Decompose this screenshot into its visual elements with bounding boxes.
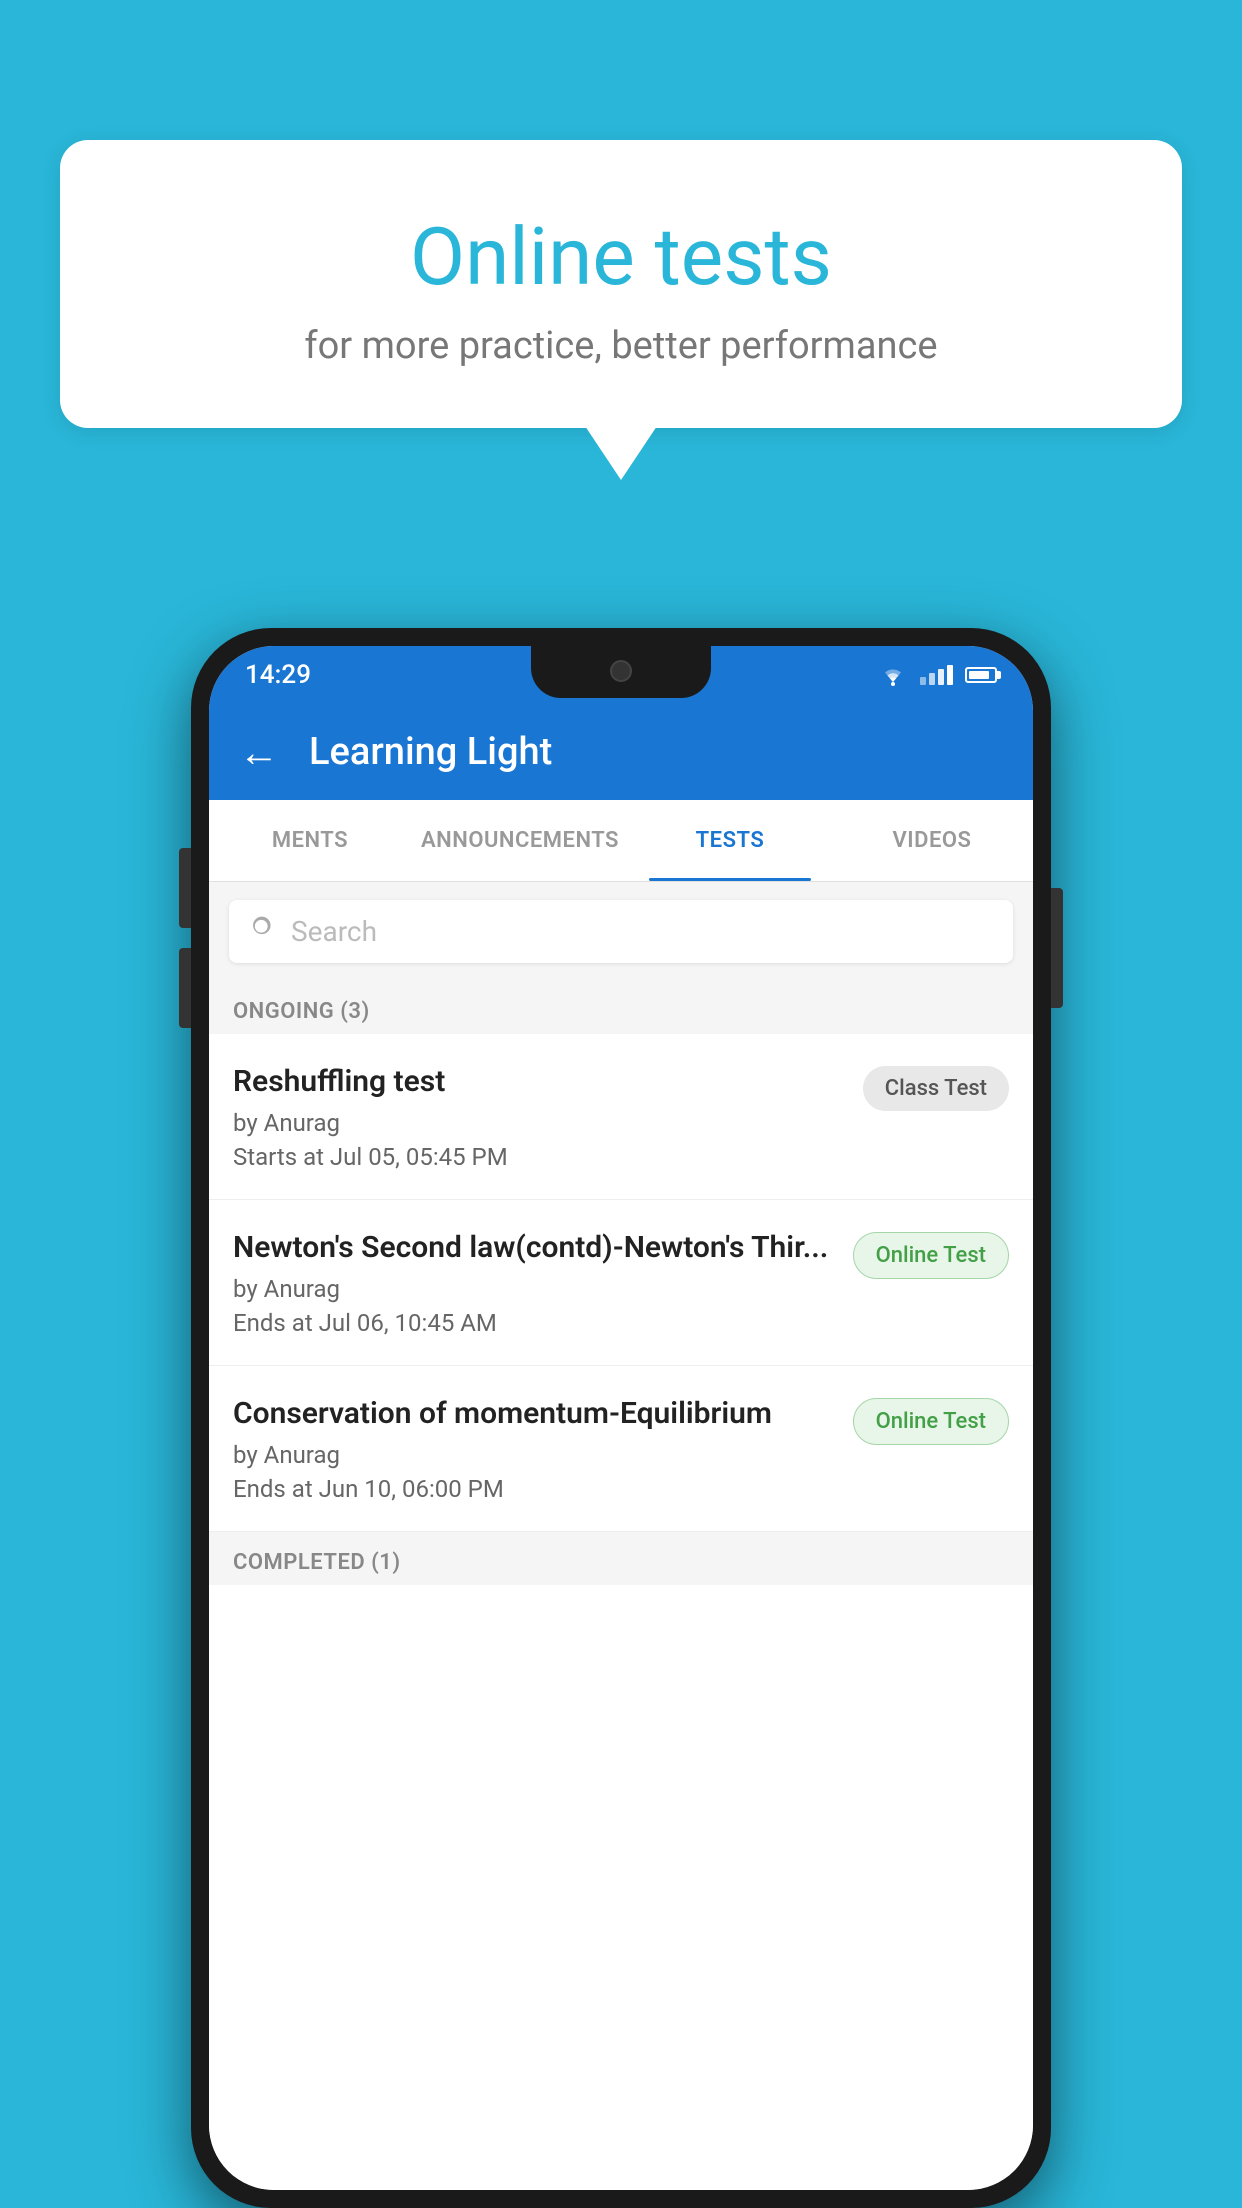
test-item-reshuffling[interactable]: Reshuffling test by Anurag Starts at Jul… — [209, 1034, 1033, 1200]
wifi-icon — [878, 664, 908, 686]
test-author-newtons: by Anurag — [233, 1275, 837, 1303]
test-name-conservation: Conservation of momentum-Equilibrium — [233, 1394, 837, 1433]
power-button[interactable] — [1051, 888, 1063, 1008]
search-icon — [249, 914, 277, 949]
search-container: Search — [209, 882, 1033, 981]
volume-up-button[interactable] — [179, 848, 191, 928]
completed-section-label: COMPLETED (1) — [209, 1532, 1033, 1585]
test-item-newtons[interactable]: Newton's Second law(contd)-Newton's Thir… — [209, 1200, 1033, 1366]
tabs-container: MENTS ANNOUNCEMENTS TESTS VIDEOS — [209, 800, 1033, 882]
tab-announcements[interactable]: ANNOUNCEMENTS — [411, 800, 629, 881]
test-date-conservation: Ends at Jun 10, 06:00 PM — [233, 1475, 837, 1503]
search-placeholder: Search — [291, 915, 377, 948]
test-info-newtons: Newton's Second law(contd)-Newton's Thir… — [233, 1228, 837, 1337]
test-info-reshuffling: Reshuffling test by Anurag Starts at Jul… — [233, 1062, 847, 1171]
test-author-reshuffling: by Anurag — [233, 1109, 847, 1137]
tab-videos[interactable]: VIDEOS — [831, 800, 1033, 881]
phone-screen: 14:29 — [209, 646, 1033, 2190]
test-item-conservation[interactable]: Conservation of momentum-Equilibrium by … — [209, 1366, 1033, 1532]
speech-bubble-container: Online tests for more practice, better p… — [60, 140, 1182, 428]
test-badge-reshuffling: Class Test — [863, 1066, 1009, 1111]
speech-bubble-subtitle: for more practice, better performance — [120, 324, 1122, 368]
tab-tests[interactable]: TESTS — [629, 800, 831, 881]
search-bar[interactable]: Search — [229, 900, 1013, 963]
test-name-reshuffling: Reshuffling test — [233, 1062, 847, 1101]
test-badge-conservation: Online Test — [853, 1398, 1009, 1445]
speech-bubble-title: Online tests — [120, 210, 1122, 304]
test-info-conservation: Conservation of momentum-Equilibrium by … — [233, 1394, 837, 1503]
tab-ments[interactable]: MENTS — [209, 800, 411, 881]
battery-icon — [965, 667, 997, 683]
signal-icon — [920, 665, 953, 685]
test-date-reshuffling: Starts at Jul 05, 05:45 PM — [233, 1143, 847, 1171]
test-author-conservation: by Anurag — [233, 1441, 837, 1469]
phone-frame: 14:29 — [191, 628, 1051, 2208]
tests-list: Reshuffling test by Anurag Starts at Jul… — [209, 1034, 1033, 2190]
phone-notch — [531, 646, 711, 698]
back-button[interactable]: ← — [239, 729, 279, 776]
test-name-newtons: Newton's Second law(contd)-Newton's Thir… — [233, 1228, 837, 1267]
test-badge-newtons: Online Test — [853, 1232, 1009, 1279]
test-date-newtons: Ends at Jul 06, 10:45 AM — [233, 1309, 837, 1337]
app-header: ← Learning Light — [209, 704, 1033, 800]
status-time: 14:29 — [245, 660, 311, 690]
status-icons — [878, 664, 997, 686]
app-title: Learning Light — [309, 730, 552, 774]
ongoing-section-label: ONGOING (3) — [209, 981, 1033, 1034]
phone-container: 14:29 — [191, 628, 1051, 2208]
camera-icon — [610, 660, 632, 682]
volume-down-button[interactable] — [179, 948, 191, 1028]
speech-bubble: Online tests for more practice, better p… — [60, 140, 1182, 428]
